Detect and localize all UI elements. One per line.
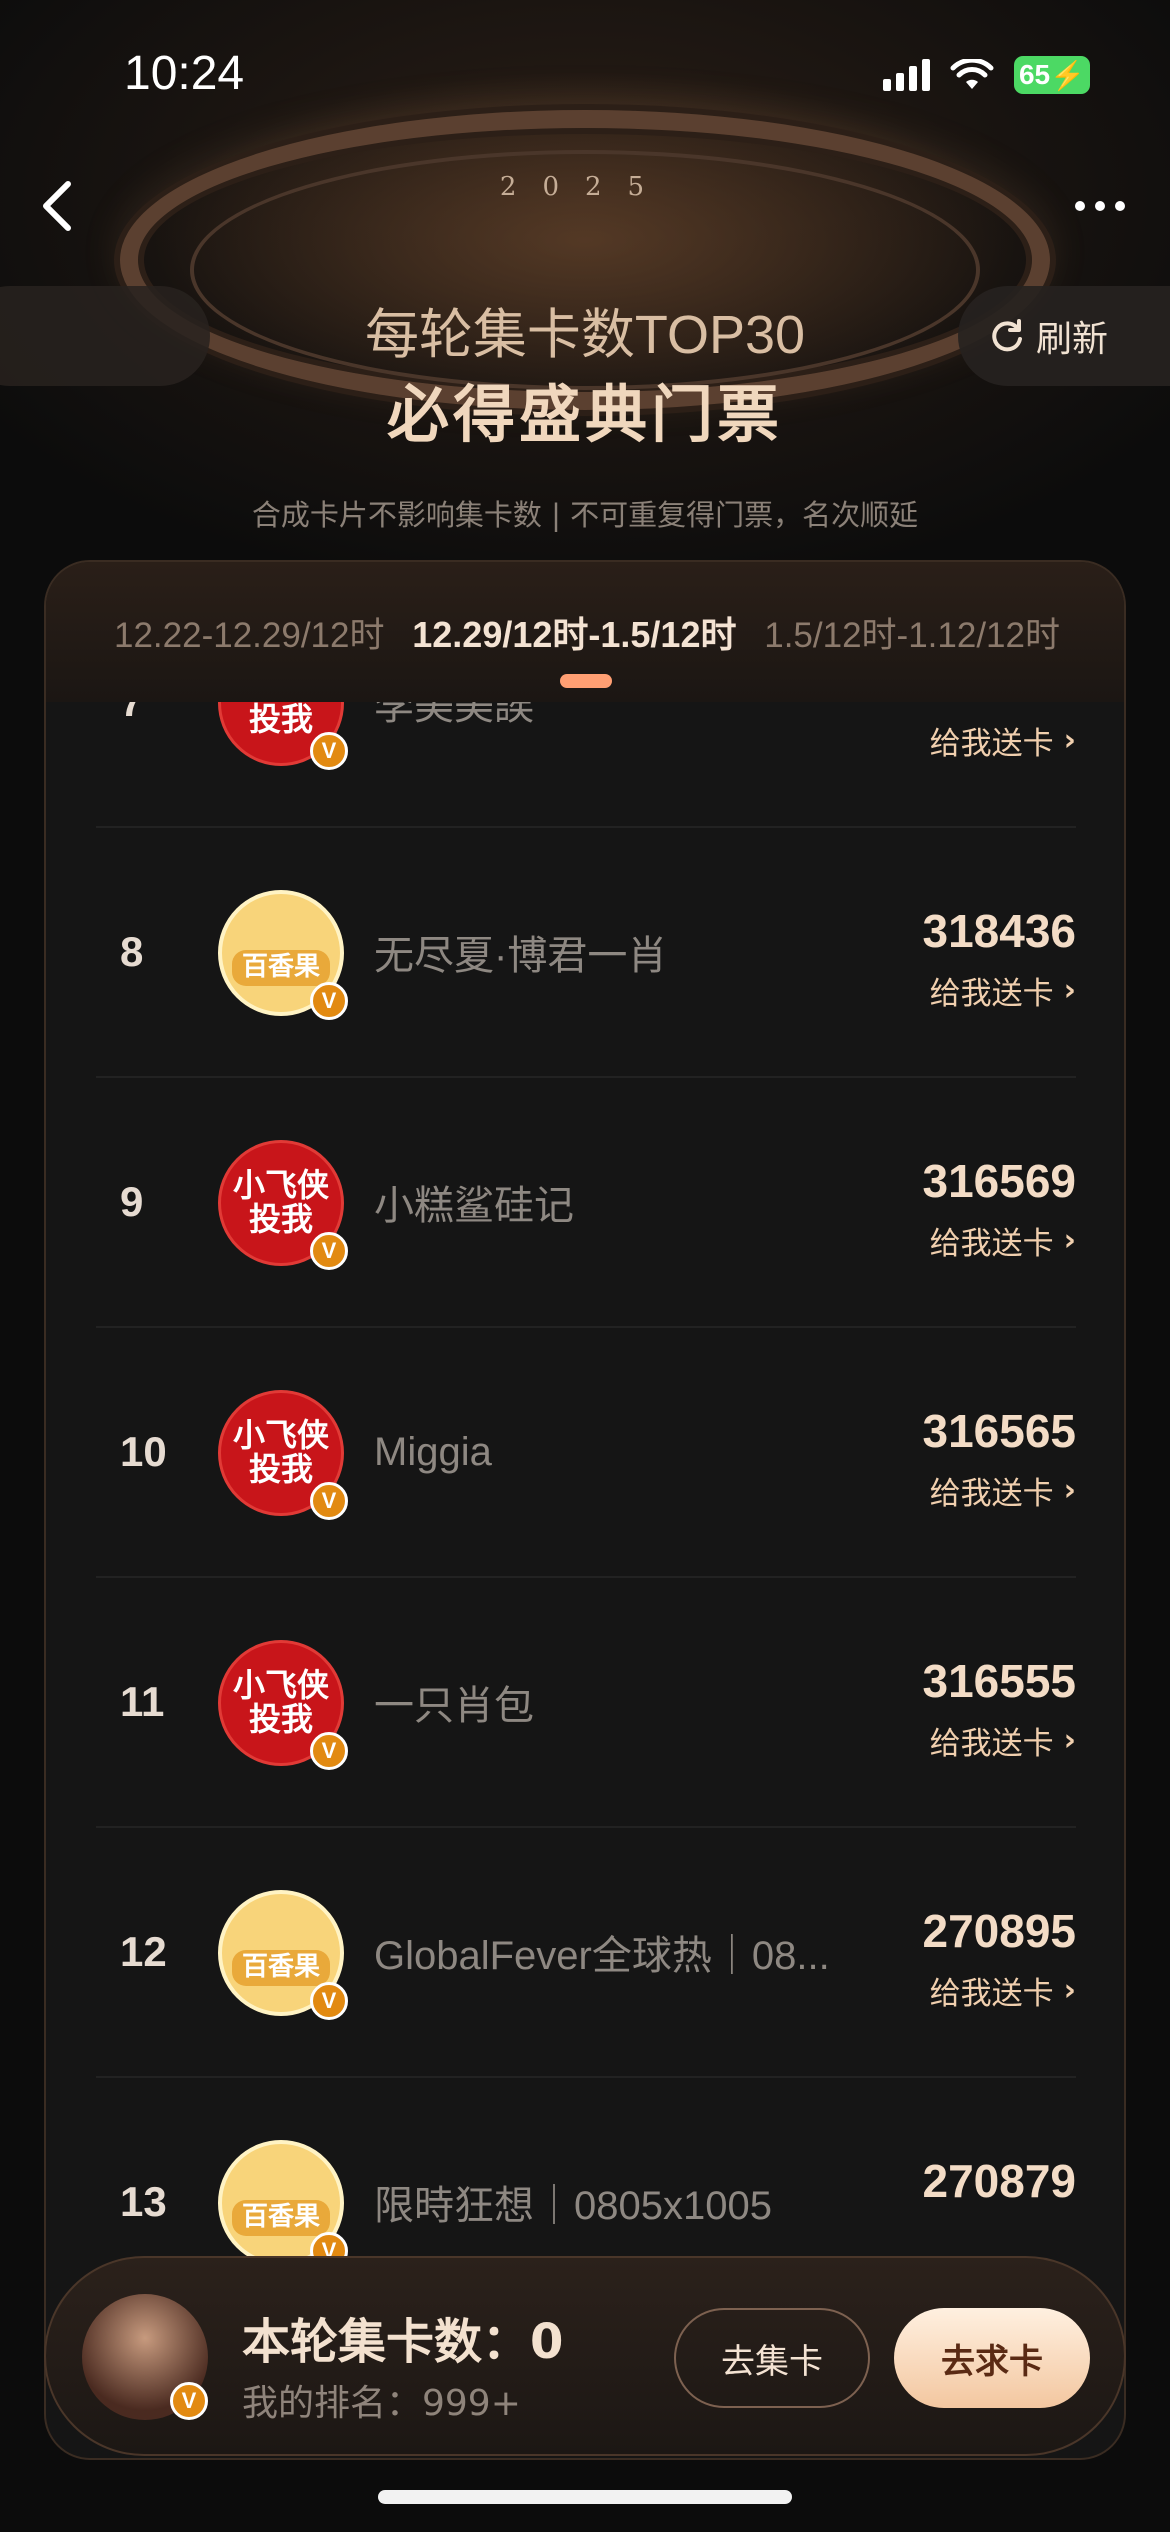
verified-badge-icon: V <box>310 1482 348 1520</box>
list-item: 8 百香果 V 无尽夏·博君一肖 318436 给我送卡 › <box>96 828 1076 1078</box>
my-stats-bar: V 本轮集卡数：0 我的排名：999+ 去集卡 去求卡 <box>44 2256 1126 2456</box>
home-indicator[interactable] <box>378 2490 792 2504</box>
verified-badge-icon: V <box>310 732 348 770</box>
avatar[interactable]: V <box>82 2294 208 2420</box>
user-name: 无尽夏·博君一肖 <box>374 934 668 978</box>
chevron-right-icon: › <box>1063 1723 1076 1758</box>
tab-round-3[interactable]: 1.5/12时-1.12/12时 <box>764 607 1060 658</box>
status-time: 10:24 <box>124 47 245 100</box>
back-icon[interactable] <box>30 176 90 236</box>
my-card-count: 本轮集卡数：0 <box>242 2314 564 2370</box>
card-count: 270879 <box>922 2155 1077 2207</box>
send-card-label: 给我送卡 <box>929 1476 1054 1512</box>
avatar[interactable]: 百香果 V <box>218 2140 348 2270</box>
year-engraving: 2025 <box>499 172 671 202</box>
send-card-label: 给我送卡 <box>929 1726 1054 1762</box>
send-card-label: 给我送卡 <box>929 976 1054 1012</box>
send-card-link[interactable]: 给我送卡 › <box>930 968 1076 1013</box>
send-card-link[interactable]: 给我送卡 › <box>930 1968 1076 2013</box>
send-card-link[interactable]: 给我送卡 › <box>930 1218 1076 1263</box>
chevron-right-icon: › <box>1063 1223 1076 1258</box>
send-card-link[interactable]: 给我送卡 › <box>930 718 1076 763</box>
verified-badge-icon: V <box>310 1232 348 1270</box>
send-card-label: 给我送卡 <box>929 1226 1054 1262</box>
rank-number: 11 <box>120 1678 165 1725</box>
user-name: Miggia <box>374 1429 492 1474</box>
avatar-logo-text: 投我 <box>248 1450 313 1488</box>
more-options-icon[interactable] <box>1060 186 1140 226</box>
chevron-right-icon: › <box>1063 723 1076 758</box>
avatar[interactable]: 百香果 V <box>218 1890 348 2020</box>
wifi-icon <box>950 59 994 89</box>
rules-note: 合成卡片不影响集卡数 | 不可重复得门票，名次顺延 <box>251 498 919 532</box>
rank-number: 8 <box>120 928 144 975</box>
send-card-label: 给我送卡 <box>929 1976 1054 2012</box>
battery-level: 65 <box>1018 59 1051 90</box>
avatar-logo-text: 投我 <box>248 700 313 738</box>
list-item: 11 小飞侠 投我 V 一只肖包 316555 给我送卡 › <box>96 1578 1076 1828</box>
chevron-right-icon: › <box>1063 1473 1076 1508</box>
card-count: 318436 <box>922 905 1077 957</box>
user-name: GlobalFever全球热｜08... <box>374 1934 830 1978</box>
verified-badge-icon: V <box>310 982 348 1020</box>
my-rank: 我的排名：999+ <box>242 2383 521 2424</box>
active-tab-indicator <box>560 674 612 688</box>
avatar[interactable]: 小飞侠投我V <box>218 1390 348 1520</box>
request-cards-button[interactable]: 去求卡 <box>894 2308 1090 2408</box>
avatar-logo-text: 投我 <box>248 1200 313 1238</box>
send-card-link[interactable]: 给我送卡 › <box>930 1468 1076 1513</box>
rank-number: 9 <box>120 1178 144 1225</box>
charging-icon: ⚡ <box>1050 59 1086 91</box>
avatar[interactable]: 百香果 V <box>218 890 348 1020</box>
status-icons: 65 ⚡ <box>883 56 1090 94</box>
page-title: 每轮集卡数TOP30 <box>364 305 806 365</box>
rank-number: 12 <box>120 1928 167 1975</box>
chevron-right-icon: › <box>1063 1973 1076 2008</box>
card-count: 270895 <box>922 1905 1077 1957</box>
card-count: 316555 <box>922 1655 1077 1707</box>
avatar-logo-text: 小飞侠 <box>232 1166 329 1205</box>
avatar-logo-text: 小飞侠 <box>232 1416 329 1455</box>
avatar-logo-text: 百香果 <box>231 2200 330 2236</box>
avatar-logo-text: 投我 <box>248 1700 313 1738</box>
card-count: 316569 <box>922 1155 1077 1207</box>
send-card-label: 给我送卡 <box>929 726 1054 762</box>
avatar-logo-text: 百香果 <box>231 950 330 986</box>
avatar[interactable]: 小飞侠投我V <box>218 1140 348 1270</box>
avatar-logo-text: 百香果 <box>231 1950 330 1986</box>
user-name: 一只肖包 <box>374 1684 534 1728</box>
leaderboard-panel: 12.22-12.29/12时 12.29/12时-1.5/12时 1.5/12… <box>44 560 1126 2460</box>
cellular-signal-icon <box>883 59 930 91</box>
tab-round-2[interactable]: 12.29/12时-1.5/12时 <box>412 606 736 658</box>
battery-indicator: 65 ⚡ <box>1014 56 1090 94</box>
user-name: 小糕鲨硅记 <box>374 1184 574 1228</box>
list-item: 9 小飞侠 投我 V 小糕鲨硅记 316569 给我送卡 › <box>96 1078 1076 1328</box>
rank-number: 10 <box>120 1428 167 1475</box>
verified-badge-icon: V <box>310 1982 348 2020</box>
list-item: 10 小飞侠 投我 V Miggia 316565 给我送卡 › <box>96 1328 1076 1578</box>
avatar[interactable]: 小飞侠投我V <box>218 1640 348 1770</box>
tab-round-1[interactable]: 12.22-12.29/12时 <box>114 607 384 658</box>
avatar-logo-text: 小飞侠 <box>232 1666 329 1705</box>
verified-badge-icon: V <box>310 1732 348 1770</box>
card-count: 316565 <box>922 1405 1077 1457</box>
verified-badge-icon: V <box>170 2382 208 2420</box>
send-card-link[interactable]: 给我送卡 › <box>930 1718 1076 1763</box>
collect-cards-button[interactable]: 去集卡 <box>674 2308 870 2408</box>
page-title-secondary: 必得盛典门票 <box>386 378 783 451</box>
list-item: 12 百香果 V GlobalFever全球热｜08... 270895 给我送卡 › <box>96 1828 1076 2078</box>
chevron-right-icon: › <box>1063 973 1076 1008</box>
